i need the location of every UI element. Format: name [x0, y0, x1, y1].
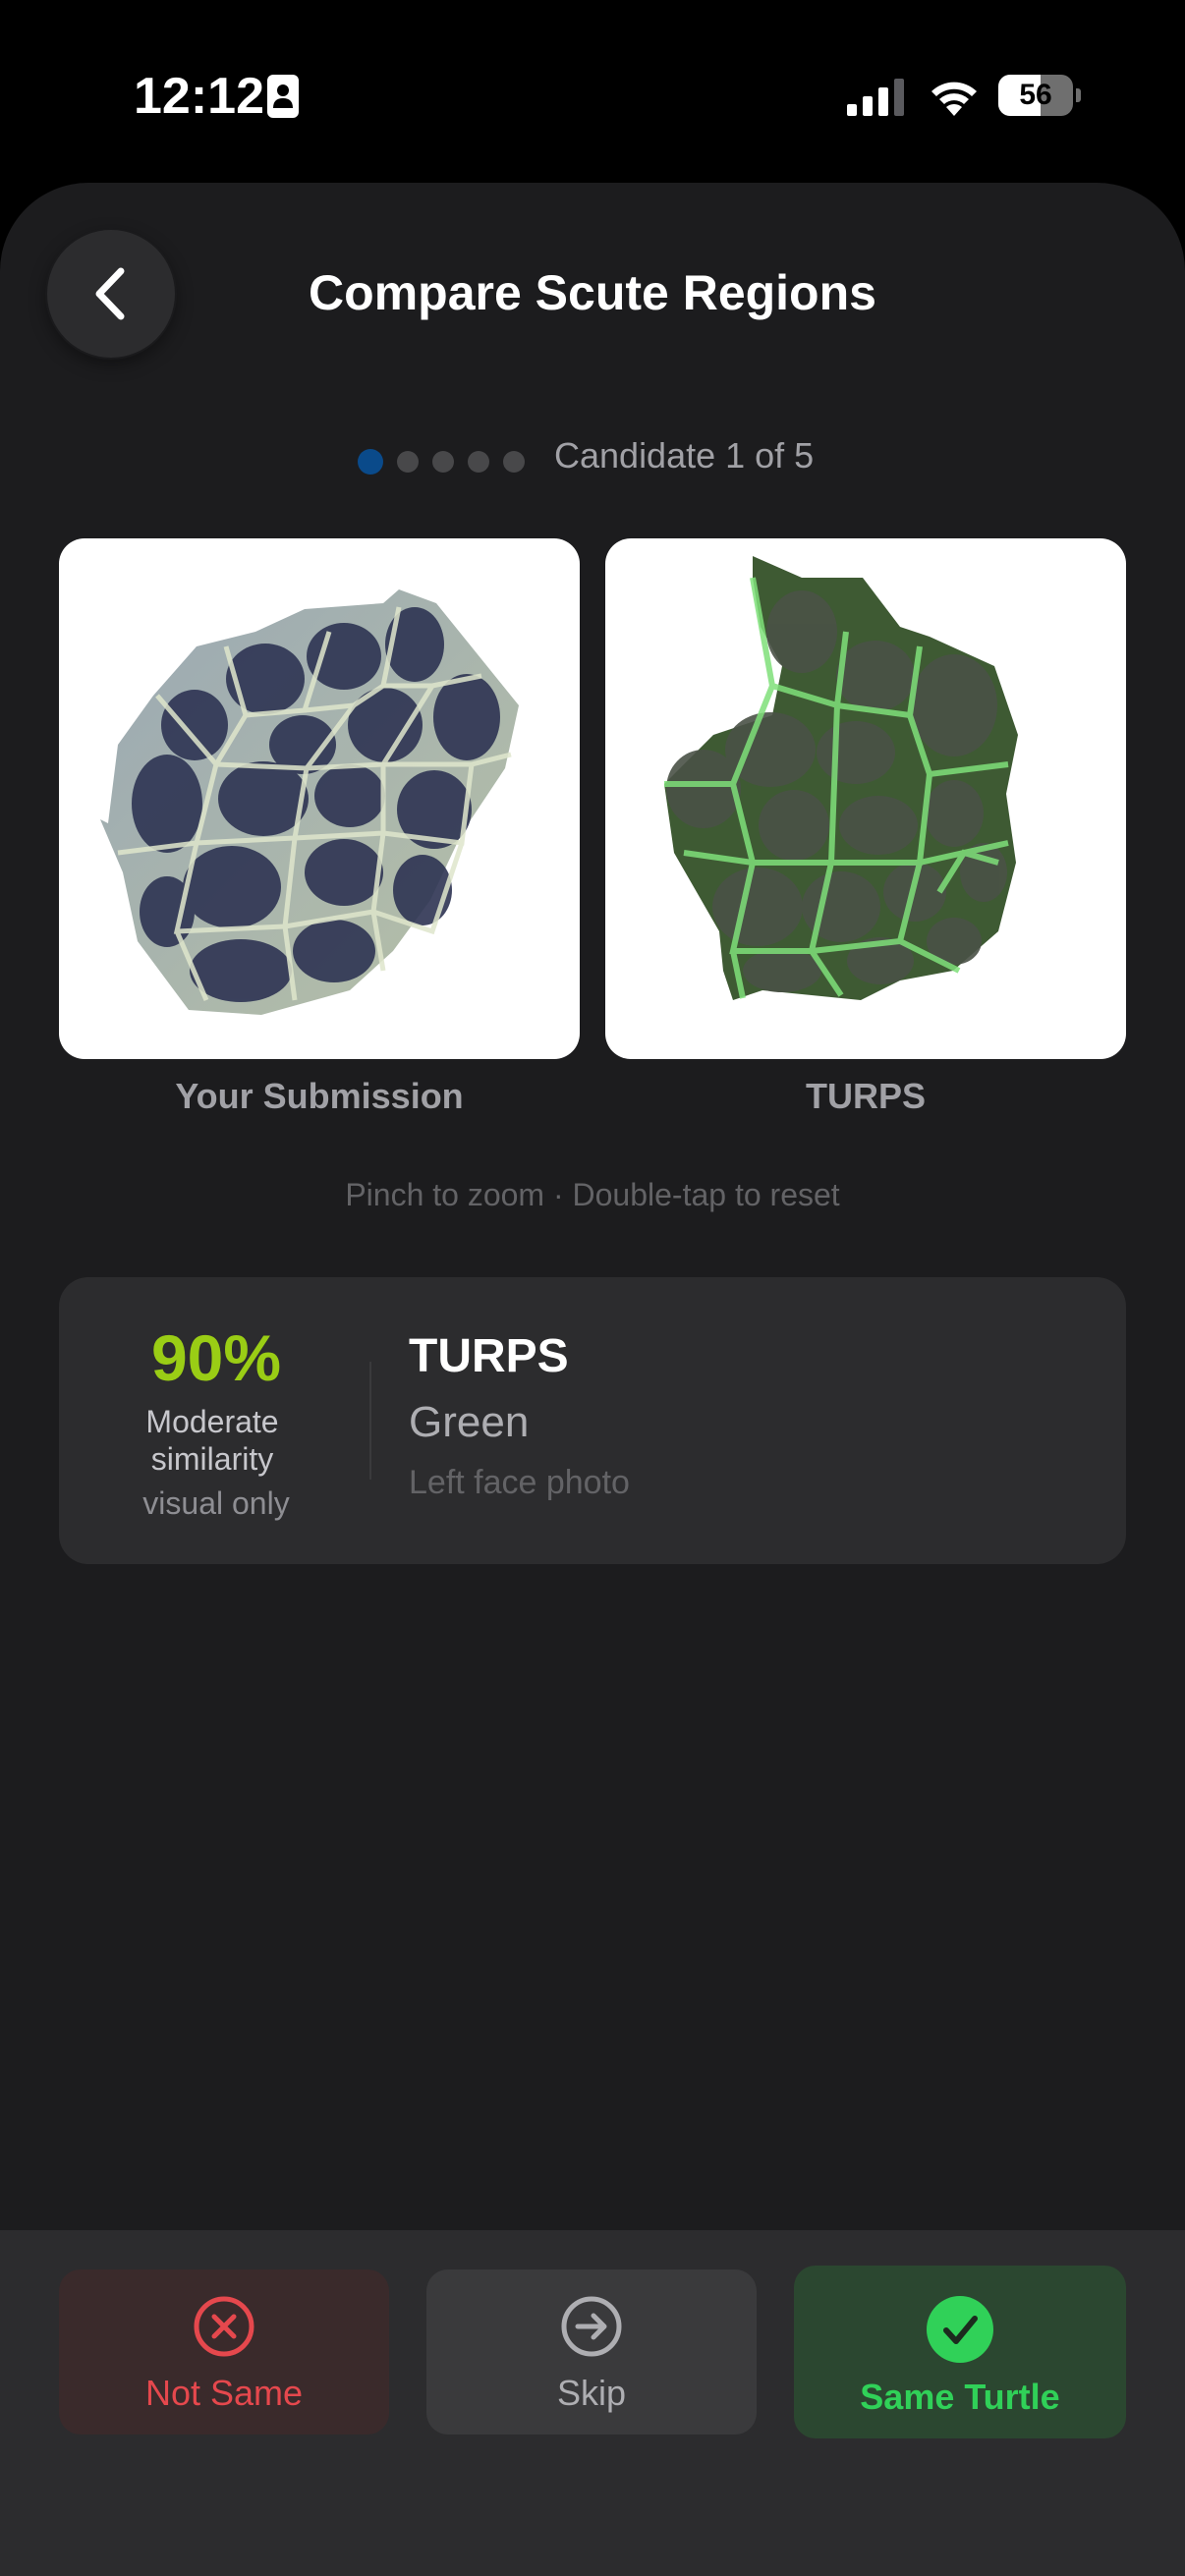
wifi-icon — [931, 82, 977, 116]
candidate-pager[interactable] — [358, 442, 538, 481]
pager-dot[interactable] — [432, 451, 454, 473]
divider — [369, 1362, 371, 1480]
page-title: Compare Scute Regions — [309, 265, 876, 320]
skip-label: Skip — [556, 2373, 627, 2413]
checkmark-circle-icon — [927, 2296, 993, 2363]
candidate-caption: TURPS — [805, 1076, 926, 1116]
pager-dot[interactable] — [468, 451, 489, 473]
skip-button[interactable]: Skip — [426, 2269, 757, 2435]
pager-dot[interactable] — [397, 451, 419, 473]
zoom-hint: Pinch to zoom · Double-tap to reset — [345, 1177, 840, 1212]
battery-level: 56 — [1019, 79, 1052, 111]
battery-icon: 56 — [998, 75, 1081, 116]
chevron-left-icon — [95, 267, 125, 320]
back-button[interactable] — [47, 230, 175, 358]
status-time: 12:12 — [134, 68, 264, 125]
candidate-name: TURPS — [409, 1330, 569, 1382]
similarity-note: visual only — [142, 1485, 290, 1521]
submission-photo[interactable] — [59, 538, 580, 1059]
contact-card-icon — [267, 75, 299, 118]
compare-sheet: Compare Scute Regions Candidate 1 of 5 Y… — [0, 183, 1185, 2576]
pager-dot-active[interactable] — [358, 449, 383, 475]
same-turtle-label: Same Turtle — [860, 2377, 1060, 2417]
arrow-right-circle-icon — [561, 2296, 622, 2357]
pager-dot[interactable] — [503, 451, 525, 473]
match-summary-card: 90% Moderate similarity visual only TURP… — [59, 1277, 1126, 1564]
candidate-counter: Candidate 1 of 5 — [554, 435, 815, 476]
candidate-photo[interactable] — [605, 538, 1126, 1059]
similarity-percent: 90% — [150, 1321, 282, 1394]
candidate-species: Green — [409, 1398, 530, 1446]
candidate-photo-type: Left face photo — [409, 1464, 630, 1501]
x-circle-icon — [194, 2296, 254, 2357]
screen: 12:12 56 Compare Scute Regions Candidate… — [0, 0, 1185, 2576]
same-turtle-button[interactable]: Same Turtle — [794, 2266, 1126, 2438]
not-same-label: Not Same — [144, 2373, 304, 2413]
not-same-button[interactable]: Not Same — [59, 2269, 389, 2435]
submission-caption: Your Submission — [175, 1076, 464, 1116]
similarity-label: Moderate similarity — [145, 1404, 279, 1477]
cellular-signal-icon — [847, 79, 904, 116]
candidate-scute-image — [664, 556, 1018, 1000]
action-bar: Not Same Skip Same Turtle — [0, 2230, 1185, 2576]
submission-scute-image — [100, 589, 519, 1015]
